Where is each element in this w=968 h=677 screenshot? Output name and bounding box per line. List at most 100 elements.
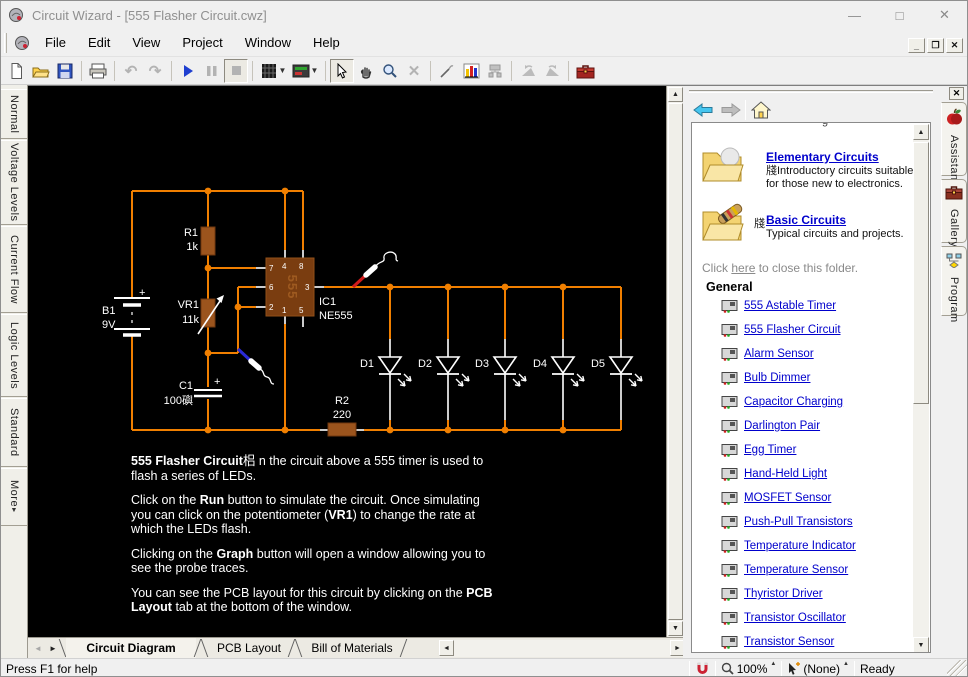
led-d4[interactable]: D4 xyxy=(533,287,584,430)
status-pointer-control[interactable]: (None) ▲ xyxy=(782,659,854,677)
menubar-grip[interactable] xyxy=(4,33,7,53)
probe-button[interactable] xyxy=(435,59,459,83)
menu-file[interactable]: File xyxy=(34,31,77,54)
menu-edit[interactable]: Edit xyxy=(77,31,121,54)
pan-tool-button[interactable] xyxy=(354,59,378,83)
tab-scroll-right-button[interactable]: ► xyxy=(46,641,60,656)
list-item[interactable]: Thyristor Driver xyxy=(721,587,739,604)
rotate-left-button[interactable] xyxy=(516,59,540,83)
list-item[interactable]: Darlington Pair xyxy=(721,419,739,436)
capacitor-c1[interactable]: + C1 100礖 xyxy=(164,376,222,407)
led-d5[interactable]: D5 xyxy=(591,287,642,430)
list-item[interactable]: Alarm Sensor xyxy=(721,347,739,364)
led-d2[interactable]: D2 xyxy=(418,287,469,430)
pause-button[interactable] xyxy=(200,59,224,83)
resistor-r1[interactable]: R1 1k xyxy=(184,227,215,255)
close-button[interactable]: ✕ xyxy=(922,1,967,29)
tab-logic-levels[interactable]: Logic Levels xyxy=(1,314,27,397)
mdi-close-button[interactable]: ✕ xyxy=(946,38,963,53)
tab-standard[interactable]: Standard xyxy=(1,398,27,467)
ic1-ne555[interactable]: 555 7 6 2 4 8 1 5 3 IC1 NE555 xyxy=(266,258,353,322)
run-button[interactable] xyxy=(176,59,200,83)
status-zoom-control[interactable]: 100% ▲ xyxy=(716,659,782,677)
led-d3[interactable]: D3 xyxy=(475,287,526,430)
panel-close-button[interactable]: ✕ xyxy=(949,87,964,100)
basic-circuits-link[interactable]: Basic Circuits xyxy=(766,213,846,227)
toolbox-button[interactable] xyxy=(573,59,597,83)
tab-pcb-layout[interactable]: PCB Layout xyxy=(208,638,290,658)
close-folder-note[interactable]: Click here to close this folder. xyxy=(702,261,858,275)
rotate-right-button[interactable] xyxy=(540,59,564,83)
tab-voltage-levels[interactable]: Voltage Levels xyxy=(1,140,27,225)
list-item[interactable]: 555 Astable Timer xyxy=(721,299,739,316)
list-item[interactable]: Temperature Indicator xyxy=(721,539,739,556)
scroll-left-button[interactable]: ◄ xyxy=(439,640,454,656)
nav-forward-button[interactable] xyxy=(719,100,743,120)
nav-back-button[interactable] xyxy=(691,100,715,120)
battery-b1[interactable]: + B1 9V xyxy=(102,287,150,335)
print-button[interactable] xyxy=(86,59,110,83)
component-view-button[interactable]: ▼ xyxy=(257,59,289,83)
resize-grip[interactable] xyxy=(947,660,967,677)
redo-button[interactable]: ↷ xyxy=(143,59,167,83)
select-tool-button[interactable] xyxy=(330,59,354,83)
nav-home-button[interactable] xyxy=(749,100,773,120)
autoroute-button[interactable] xyxy=(483,59,507,83)
panel-grip[interactable] xyxy=(689,90,933,93)
list-item[interactable]: Bulb Dimmer xyxy=(721,371,739,388)
list-item[interactable]: MOSFET Sensor xyxy=(721,491,739,508)
scroll-thumb[interactable] xyxy=(668,103,683,620)
tab-bill-of-materials[interactable]: Bill of Materials xyxy=(302,638,402,658)
menu-window[interactable]: Window xyxy=(234,31,302,54)
resistor-r2[interactable]: R2 220 xyxy=(328,395,356,436)
tab-gallery[interactable]: Gallery xyxy=(941,179,967,243)
tab-normal[interactable]: Normal xyxy=(1,89,27,139)
pointer-spinner-icon[interactable]: ▲ xyxy=(843,661,849,667)
list-item[interactable]: Egg Timer xyxy=(721,443,739,460)
scroll-down-button[interactable]: ▼ xyxy=(913,637,929,653)
menu-project[interactable]: Project xyxy=(171,31,233,54)
scroll-down-button[interactable]: ▼ xyxy=(668,621,683,636)
tab-program[interactable]: Program xyxy=(941,246,967,316)
schematic-canvas[interactable]: + B1 9V R1 1k VR1 11k + xyxy=(28,86,666,637)
minimize-button[interactable]: — xyxy=(832,1,877,29)
tab-more[interactable]: More▼ xyxy=(1,468,27,526)
new-button[interactable] xyxy=(5,59,29,83)
undo-button[interactable]: ↶ xyxy=(119,59,143,83)
layout-view-button[interactable]: ▼ xyxy=(289,59,321,83)
menu-view[interactable]: View xyxy=(121,31,171,54)
graph-button[interactable] xyxy=(459,59,483,83)
zoom-spinner-icon[interactable]: ▲ xyxy=(770,661,776,667)
list-item[interactable]: Capacitor Charging xyxy=(721,395,739,412)
led-d1[interactable]: D1 xyxy=(360,287,411,430)
list-item[interactable]: Transistor Sensor xyxy=(721,635,739,652)
list-item[interactable]: Hand-Held Light xyxy=(721,467,739,484)
mdi-minimize-button[interactable]: _ xyxy=(908,38,925,53)
menu-help[interactable]: Help xyxy=(302,31,351,54)
scroll-up-button[interactable]: ▲ xyxy=(668,87,683,102)
tab-assistant[interactable]: Assistant xyxy=(941,102,967,176)
scroll-thumb[interactable] xyxy=(913,142,929,404)
list-item[interactable]: 555 Flasher Circuit xyxy=(721,323,739,340)
red-probe[interactable] xyxy=(353,252,398,287)
scroll-up-button[interactable]: ▲ xyxy=(913,124,929,140)
zoom-tool-button[interactable] xyxy=(378,59,402,83)
list-item[interactable]: Push-Pull Transistors xyxy=(721,515,739,532)
assistant-scrollbar[interactable]: ▲ ▼ xyxy=(913,124,929,653)
tab-current-flow[interactable]: Current Flow xyxy=(1,226,27,313)
maximize-button[interactable]: □ xyxy=(877,1,922,29)
blue-probe[interactable] xyxy=(238,349,274,384)
tab-scroll-left-button[interactable]: ◄ xyxy=(31,641,45,656)
list-item[interactable]: Transistor Oscillator xyxy=(721,611,739,628)
canvas-horizontal-scrollbar[interactable]: ◄ ► xyxy=(439,640,685,657)
stop-button[interactable] xyxy=(224,59,248,83)
tab-circuit-diagram[interactable]: Circuit Diagram xyxy=(66,638,196,658)
delete-tool-button[interactable]: ✕ xyxy=(402,59,426,83)
mdi-restore-button[interactable]: ❐ xyxy=(927,38,944,53)
list-item[interactable]: Temperature Sensor xyxy=(721,563,739,580)
open-button[interactable] xyxy=(29,59,53,83)
elementary-circuits-link[interactable]: Elementary Circuits xyxy=(766,150,879,164)
status-magnet-button[interactable] xyxy=(690,659,715,677)
potentiometer-vr1[interactable]: VR1 11k xyxy=(178,295,224,334)
save-button[interactable] xyxy=(53,59,77,83)
